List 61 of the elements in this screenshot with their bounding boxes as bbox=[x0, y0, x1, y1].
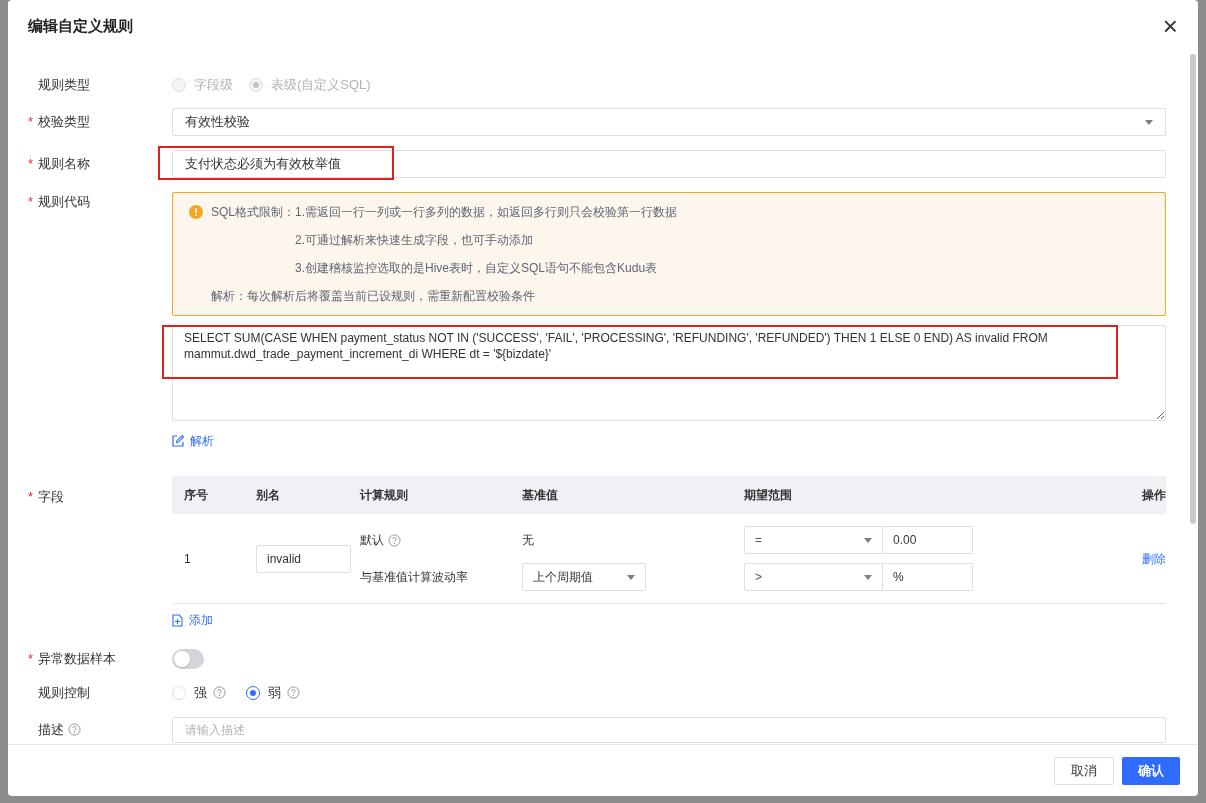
required-mark: * bbox=[28, 113, 34, 132]
help-icon bbox=[388, 533, 401, 547]
radio-option[interactable]: 强 bbox=[172, 683, 207, 703]
caret-icon bbox=[864, 537, 872, 543]
table-cell-text: 默认 bbox=[360, 532, 384, 549]
scrollbar[interactable] bbox=[1190, 54, 1196, 524]
field-label: 规则类型 bbox=[38, 76, 90, 95]
field-label: 规则代码 bbox=[38, 193, 90, 211]
confirm-button[interactable]: 确认 bbox=[1122, 756, 1180, 785]
add-file-icon bbox=[172, 613, 183, 627]
required-mark: * bbox=[28, 193, 34, 211]
required-mark: * bbox=[28, 650, 34, 669]
select-field[interactable]: 上个周期值 bbox=[522, 563, 646, 591]
column-header: 期望范围 bbox=[744, 476, 1106, 514]
parse-link[interactable]: 解析 bbox=[172, 432, 214, 450]
help-icon bbox=[68, 723, 81, 736]
caret-icon bbox=[1145, 119, 1153, 125]
delete-link[interactable]: 删除 bbox=[1142, 549, 1166, 568]
add-link[interactable]: 添加 bbox=[172, 611, 213, 629]
sql-editor[interactable]: SELECT SUM(CASE WHEN payment_status NOT IN ('SUCCESS', 'FAIL', 'PROCESSING', 'REFUNDING', 'REFUNDED') THEN 1 ELSE 0 END) AS invalid FROM mammut.dwd_trade_payment_increment_di WHERE dt = '${bizdate}' bbox=[172, 325, 1166, 421]
radio-option[interactable]: 弱 bbox=[246, 683, 281, 703]
input-field[interactable]: % bbox=[883, 563, 973, 591]
notice-label: SQL格式限制： bbox=[211, 204, 295, 221]
select-field[interactable]: > bbox=[744, 563, 883, 591]
warning-icon: ! bbox=[189, 205, 203, 219]
field-label: 规则控制 bbox=[38, 684, 90, 702]
close-button[interactable]: × bbox=[1162, 13, 1178, 39]
column-header: 计算规则 bbox=[360, 476, 522, 514]
notice-text: 解析：每次解析后将覆盖当前已设规则，需重新配置校验条件 bbox=[210, 288, 536, 305]
field-label: 异常数据样本 bbox=[38, 650, 116, 669]
select-field[interactable]: = bbox=[744, 526, 883, 554]
table-cell-text: 与基准值计算波动率 bbox=[360, 569, 468, 586]
radio-button[interactable] bbox=[246, 685, 260, 700]
required-mark: * bbox=[28, 155, 34, 174]
select-field[interactable]: 有效性校验 bbox=[172, 108, 1166, 136]
notice-text: 1.需返回一行一列或一行多列的数据，如返回多行则只会校验第一行数据 bbox=[295, 204, 677, 221]
help-icon bbox=[287, 686, 300, 700]
description-field[interactable]: 请输入描述 bbox=[172, 716, 1166, 743]
toggle-switch[interactable] bbox=[172, 649, 204, 669]
column-header: 操作 bbox=[1106, 476, 1166, 514]
table-cell-text: 1 bbox=[183, 550, 192, 568]
alias-field[interactable]: invalid bbox=[256, 544, 351, 573]
table-cell-text: 无 bbox=[522, 532, 534, 549]
help-icon bbox=[213, 686, 226, 700]
cancel-button[interactable]: 取消 bbox=[1054, 756, 1114, 785]
column-header: 序号 bbox=[172, 476, 256, 514]
column-header: 别名 bbox=[256, 476, 360, 514]
dialog-title: 编辑自定义规则 bbox=[28, 15, 133, 36]
caret-icon bbox=[627, 574, 635, 580]
required-mark: * bbox=[28, 488, 34, 506]
notice-text: 2.可通过解析来快速生成字段，也可手动添加 bbox=[295, 232, 533, 249]
field-label: 校验类型 bbox=[38, 113, 90, 132]
edit-icon bbox=[172, 435, 184, 447]
column-header: 基准值 bbox=[522, 476, 744, 514]
field-label: 规则名称 bbox=[38, 155, 90, 174]
notice-text: 3.创建稽核监控选取的是Hive表时，自定义SQL语句不能包含Kudu表 bbox=[295, 260, 658, 277]
input-field[interactable]: 支付状态必须为有效枚举值 bbox=[172, 150, 1166, 178]
caret-icon bbox=[864, 574, 872, 580]
field-label: 描述 bbox=[38, 720, 64, 739]
field-label: 字段 bbox=[38, 488, 64, 506]
input-field[interactable]: 0.00 bbox=[883, 526, 973, 554]
